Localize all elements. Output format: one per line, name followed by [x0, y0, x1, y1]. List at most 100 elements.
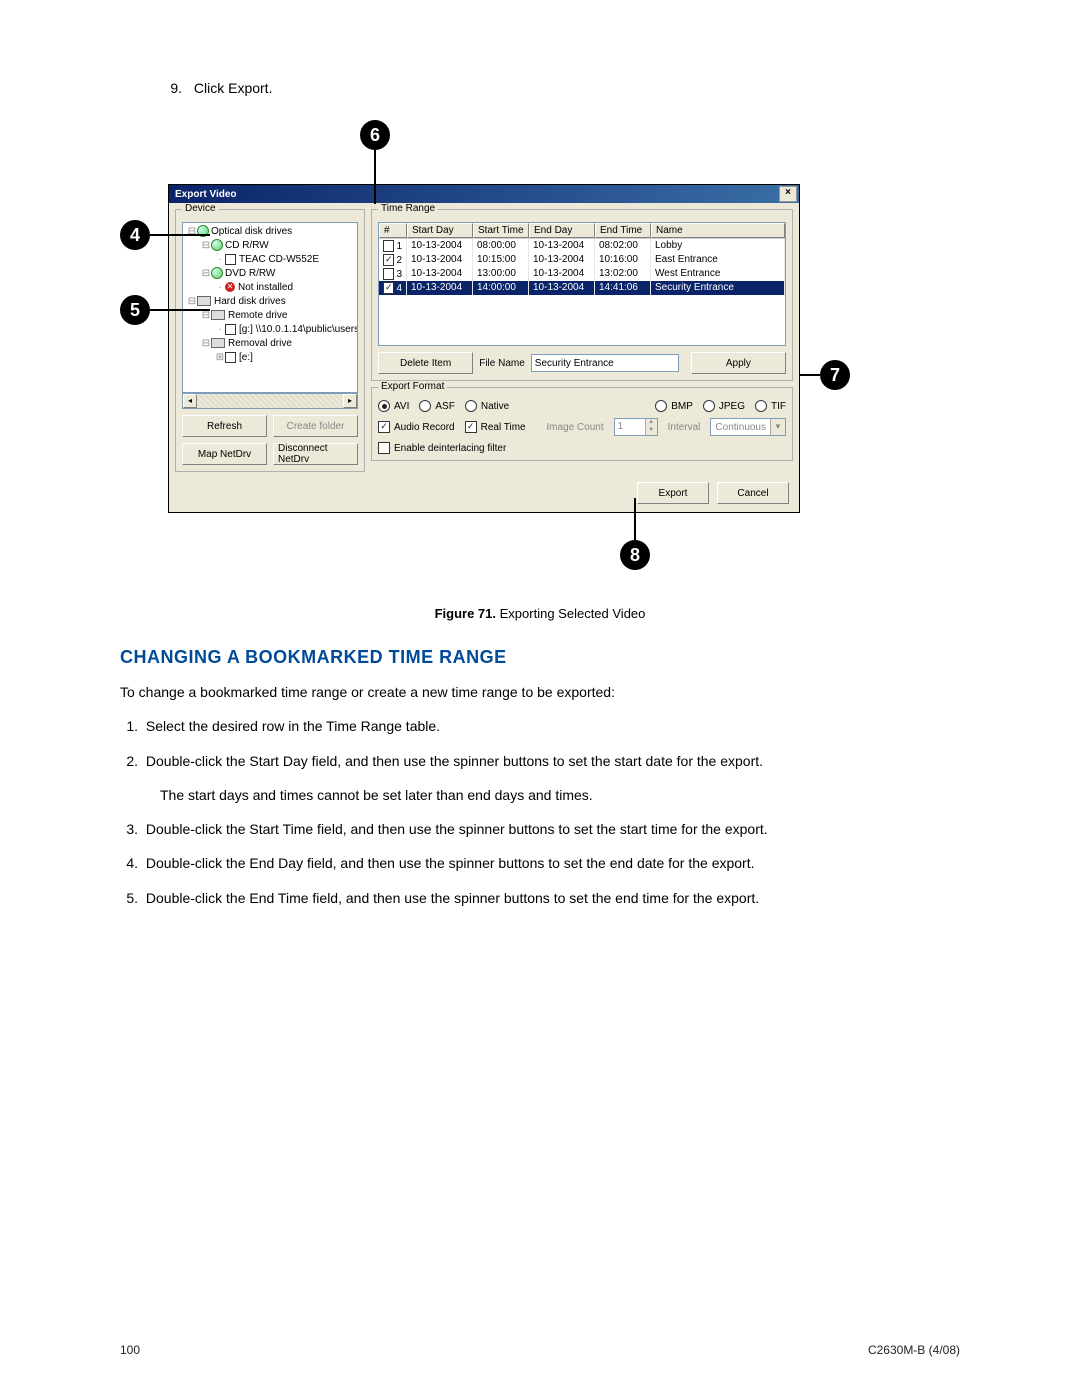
check-audio-record[interactable]: ✓Audio Record — [378, 421, 455, 433]
file-name-field[interactable] — [531, 354, 679, 372]
scroll-right-icon[interactable]: ▸ — [343, 394, 357, 408]
callout-6-lead — [374, 150, 376, 204]
tree-notinst[interactable]: Not installed — [238, 282, 293, 293]
interval-label: Interval — [668, 422, 701, 433]
step-item: 5. Double-click the End Time field, and … — [120, 888, 960, 908]
image-count-stepper: 1▲▼ — [614, 418, 658, 436]
table-row[interactable]: ✓410-13-200414:00:0010-13-200414:41:06Se… — [379, 281, 785, 295]
tree-remote[interactable]: Remote drive — [228, 310, 287, 321]
checkbox-icon: ✓ — [378, 421, 390, 433]
format-row-deint: Enable deinterlacing filter — [378, 442, 786, 454]
tree-optical[interactable]: Optical disk drives — [211, 226, 292, 237]
step-item: 3. Double-click the Start Time field, an… — [120, 819, 960, 839]
time-range-fieldset: Time Range # Start Day Start Time End Da… — [371, 209, 793, 381]
page-number: 100 — [120, 1343, 140, 1357]
radio-icon — [655, 400, 667, 412]
radio-tif[interactable]: TIF — [755, 400, 786, 412]
drive-icon — [211, 239, 223, 251]
checkbox-icon[interactable] — [383, 268, 394, 280]
checkbox-icon[interactable] — [383, 240, 394, 252]
scroll-left-icon[interactable]: ◂ — [183, 394, 197, 408]
checkbox-icon: ✓ — [465, 421, 477, 433]
callout-8-lead — [634, 498, 636, 542]
step-9-num: 9. — [160, 80, 182, 96]
titlebar[interactable]: Export Video × — [169, 185, 799, 203]
export-button[interactable]: Export — [637, 482, 709, 504]
hdd-icon — [197, 296, 211, 306]
tree-teac[interactable]: TEAC CD-W552E — [239, 254, 319, 265]
figure-caption: Figure 71. Exporting Selected Video — [120, 606, 960, 621]
table-row[interactable]: ✓210-13-200410:15:0010-13-200410:16:00Ea… — [379, 253, 785, 267]
col-name[interactable]: Name — [651, 223, 785, 238]
table-head: # Start Day Start Time End Day End Time … — [379, 223, 785, 239]
checkbox-icon[interactable]: ✓ — [383, 254, 394, 266]
export-video-dialog: Export Video × Device ⊟Optical disk driv… — [168, 184, 800, 513]
format-row-video: AVI ASF Native BMP JPEG TIF — [378, 400, 786, 412]
figure-number: Figure 71. — [435, 606, 496, 621]
tree-dvdrw[interactable]: DVD R/RW — [225, 268, 275, 279]
checkbox-icon — [378, 442, 390, 454]
radio-icon — [378, 400, 390, 412]
hdd-icon — [211, 338, 225, 348]
step-item: 1. Select the desired row in the Time Ra… — [120, 716, 960, 736]
device-fieldset: Device ⊟Optical disk drives ⊟CD R/RW ·TE… — [175, 209, 365, 472]
radio-bmp[interactable]: BMP — [655, 400, 693, 412]
steps-list: 1. Select the desired row in the Time Ra… — [120, 716, 960, 908]
apply-button[interactable]: Apply — [691, 352, 786, 374]
scroll-track[interactable] — [197, 394, 343, 408]
radio-asf[interactable]: ASF — [419, 400, 454, 412]
tree-hdd[interactable]: Hard disk drives — [214, 296, 286, 307]
step-9: 9. Click Export. — [160, 80, 960, 96]
col-endtime[interactable]: End Time — [595, 223, 651, 238]
time-range-table[interactable]: # Start Day Start Time End Day End Time … — [378, 222, 786, 346]
error-icon: ✕ — [225, 282, 235, 292]
radio-avi[interactable]: AVI — [378, 400, 409, 412]
device-legend: Device — [182, 203, 219, 214]
callout-4-lead — [150, 234, 210, 236]
col-num[interactable]: # — [379, 223, 407, 238]
callout-5: 5 — [120, 295, 150, 325]
delete-item-button[interactable]: Delete Item — [378, 352, 473, 374]
hdd-icon — [211, 310, 225, 320]
tree-cdrw[interactable]: CD R/RW — [225, 240, 269, 251]
col-endday[interactable]: End Day — [529, 223, 595, 238]
radio-icon — [755, 400, 767, 412]
export-format-fieldset: Export Format AVIASFNativeBMPJPEGTIF ✓Au… — [371, 387, 793, 461]
export-format-legend: Export Format — [378, 381, 447, 392]
drive-icon — [211, 267, 223, 279]
device-tree[interactable]: ⊟Optical disk drives ⊟CD R/RW ·TEAC CD-W… — [182, 222, 358, 393]
box-icon — [225, 254, 236, 265]
step-item: 2. Double-click the Start Day field, and… — [120, 751, 960, 771]
step-9-text: Click Export. — [194, 80, 273, 96]
interval-select: Continuous▼ — [710, 418, 786, 436]
page-footer: 100 C2630M-B (4/08) — [120, 1343, 960, 1357]
radio-native[interactable]: Native — [465, 400, 509, 412]
check-deinterlace[interactable]: Enable deinterlacing filter — [378, 442, 506, 454]
tree-g[interactable]: [g:] \\10.0.1.14\public\users — [239, 324, 358, 335]
section-heading: CHANGING A BOOKMARKED TIME RANGE — [120, 647, 960, 668]
radio-icon — [465, 400, 477, 412]
close-icon[interactable]: × — [779, 186, 797, 202]
radio-jpeg[interactable]: JPEG — [703, 400, 745, 412]
tree-removal[interactable]: Removal drive — [228, 338, 292, 349]
refresh-button[interactable]: Refresh — [182, 415, 267, 437]
col-startday[interactable]: Start Day — [407, 223, 473, 238]
map-netdrv-button[interactable]: Map NetDrv — [182, 443, 267, 465]
col-starttime[interactable]: Start Time — [473, 223, 529, 238]
intro-para: To change a bookmarked time range or cre… — [120, 682, 960, 702]
callout-8: 8 — [620, 540, 650, 570]
image-count-label: Image Count — [546, 422, 603, 433]
table-row[interactable]: 110-13-200408:00:0010-13-200408:02:00Lob… — [379, 239, 785, 253]
table-row[interactable]: 310-13-200413:00:0010-13-200413:02:00Wes… — [379, 267, 785, 281]
cancel-button[interactable]: Cancel — [717, 482, 789, 504]
box-icon — [225, 324, 236, 335]
chevron-down-icon: ▼ — [770, 419, 785, 435]
disconnect-netdrv-button[interactable]: Disconnect NetDrv — [273, 443, 358, 465]
box-icon — [225, 352, 236, 363]
check-real-time[interactable]: ✓Real Time — [465, 421, 526, 433]
tree-hscroll[interactable]: ◂ ▸ — [182, 393, 358, 409]
checkbox-icon[interactable]: ✓ — [383, 282, 394, 294]
tree-e[interactable]: [e:] — [239, 352, 253, 363]
callout-6: 6 — [360, 120, 390, 150]
table-body[interactable]: 110-13-200408:00:0010-13-200408:02:00Lob… — [379, 239, 785, 345]
